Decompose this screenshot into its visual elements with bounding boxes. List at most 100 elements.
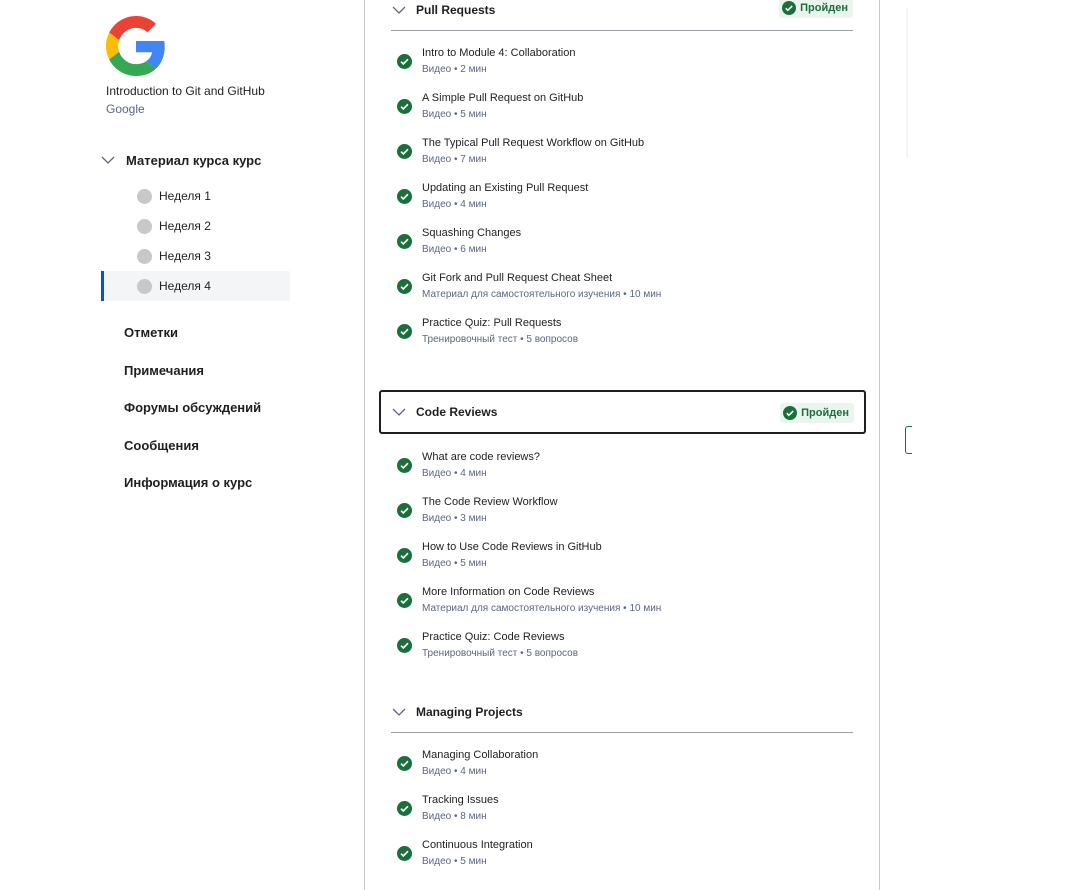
list-item[interactable]: Tracking Issues Видео • 8 мин bbox=[391, 787, 853, 832]
check-circle-icon bbox=[397, 144, 412, 159]
module-title: Managing Projects bbox=[416, 705, 523, 719]
list-item[interactable]: Intro to Module 4: Collaboration Видео • … bbox=[391, 40, 853, 85]
sidebar-item-course-info[interactable]: Информация о курс bbox=[124, 473, 261, 511]
check-circle-icon bbox=[397, 756, 412, 771]
week-label: Неделя 1 bbox=[159, 189, 211, 203]
check-circle-icon bbox=[397, 503, 412, 518]
item-title: How to Use Code Reviews in GitHub bbox=[422, 541, 602, 553]
check-circle-icon bbox=[397, 593, 412, 608]
course-material-toggle[interactable]: Материал курса курс bbox=[100, 148, 261, 172]
item-title: Managing Collaboration bbox=[422, 749, 539, 761]
list-item[interactable]: Updating an Existing Pull Request Видео •… bbox=[391, 175, 853, 220]
check-circle-icon bbox=[397, 54, 412, 69]
module-pull-requests: Pull Requests Пройден Intro to Module 4:… bbox=[391, 0, 853, 355]
item-title: Updating an Existing Pull Request bbox=[422, 182, 589, 194]
item-meta: Видео • 2 мин bbox=[422, 64, 487, 75]
progress-circle-icon bbox=[137, 278, 152, 294]
item-title: What are code reviews? bbox=[422, 451, 540, 463]
chevron-down-icon bbox=[392, 708, 406, 716]
item-meta: Видео • 4 мин bbox=[422, 766, 487, 777]
module-title: Pull Requests bbox=[416, 3, 496, 17]
sidebar-nav: Отметки Примечания Форумы обсуждений Соо… bbox=[124, 323, 261, 511]
progress-circle-icon bbox=[137, 248, 152, 264]
item-meta: Видео • 4 мин bbox=[422, 468, 487, 479]
sidebar-item-notes[interactable]: Примечания bbox=[124, 361, 261, 399]
list-item[interactable]: Squashing Changes Видео • 6 мин bbox=[391, 220, 853, 265]
item-meta: Материал для самостоятельного изучения •… bbox=[422, 289, 662, 300]
list-item[interactable]: Managing Collaboration Видео • 4 мин bbox=[391, 742, 853, 787]
status-label: Пройден bbox=[800, 2, 848, 14]
list-item[interactable]: More Information on Code Reviews Материал… bbox=[391, 579, 853, 624]
module-header[interactable]: Pull Requests Пройден bbox=[391, 0, 853, 31]
list-item[interactable]: How to Use Code Reviews in GitHub Видео •… bbox=[391, 534, 853, 579]
list-item[interactable]: A Simple Pull Request on GitHub Видео • 5… bbox=[391, 85, 853, 130]
week-label: Неделя 2 bbox=[159, 219, 211, 233]
list-item[interactable]: Git Fork and Pull Request Cheat Sheet Мат… bbox=[391, 265, 853, 310]
chevron-down-icon bbox=[101, 156, 115, 164]
list-item[interactable]: What are code reviews? Видео • 4 мин bbox=[391, 444, 853, 489]
sidebar-item-grades[interactable]: Отметки bbox=[124, 323, 261, 361]
check-circle-icon bbox=[783, 406, 798, 420]
check-circle-icon bbox=[397, 846, 412, 861]
check-circle-icon bbox=[397, 801, 412, 816]
sidebar-item-forums[interactable]: Форумы обсуждений bbox=[124, 398, 261, 436]
progress-circle-icon bbox=[137, 218, 152, 234]
list-item[interactable]: Practice Quiz: Pull Requests Тренировочны… bbox=[391, 310, 853, 355]
list-item[interactable]: Continuous Integration Видео • 5 мин bbox=[391, 832, 853, 877]
item-meta: Видео • 5 мин bbox=[422, 856, 487, 867]
list-item[interactable]: The Typical Pull Request Workflow on Git… bbox=[391, 130, 853, 175]
item-title: Git Fork and Pull Request Cheat Sheet bbox=[422, 272, 613, 284]
module-header[interactable]: Code Reviews Пройден bbox=[379, 390, 866, 434]
week-list: Неделя 1 Неделя 2 Неделя 3 Неделя 4 bbox=[101, 181, 290, 301]
course-org: Google bbox=[106, 102, 145, 116]
item-meta: Видео • 5 мин bbox=[422, 558, 487, 569]
sidebar-item-messages[interactable]: Сообщения bbox=[124, 436, 261, 474]
check-circle-icon bbox=[397, 234, 412, 249]
item-title: Practice Quiz: Pull Requests bbox=[422, 317, 562, 329]
module-list: Pull Requests Пройден Intro to Module 4:… bbox=[364, 0, 880, 890]
check-circle-icon bbox=[397, 638, 412, 653]
module-managing-projects: Managing Projects Managing Collaboration… bbox=[391, 692, 853, 877]
course-material-label: Материал курса курс bbox=[126, 152, 262, 168]
item-meta: Тренировочный тест • 5 вопросов bbox=[422, 648, 579, 659]
course-sidebar: Introduction to Git and GitHub Google Ма… bbox=[0, 0, 300, 875]
right-panel-button[interactable] bbox=[905, 426, 912, 454]
check-circle-icon bbox=[782, 1, 797, 15]
item-meta: Видео • 3 мин bbox=[422, 513, 487, 524]
check-circle-icon bbox=[397, 279, 412, 294]
progress-circle-icon bbox=[137, 188, 152, 204]
item-meta: Материал для самостоятельного изучения •… bbox=[422, 603, 662, 614]
module-code-reviews: Code Reviews Пройден What are code revie… bbox=[379, 390, 866, 669]
sidebar-item-week-2[interactable]: Неделя 2 bbox=[101, 211, 290, 241]
right-panel bbox=[904, 0, 1082, 875]
week-label: Неделя 4 bbox=[159, 279, 211, 293]
item-meta: Тренировочный тест • 5 вопросов bbox=[422, 334, 579, 345]
item-meta: Видео • 8 мин bbox=[422, 811, 487, 822]
list-item[interactable]: The Code Review Workflow Видео • 3 мин bbox=[391, 489, 853, 534]
module-title: Code Reviews bbox=[416, 405, 498, 419]
status-badge: Пройден bbox=[779, 0, 853, 18]
sidebar-item-week-4[interactable]: Неделя 4 bbox=[101, 271, 290, 301]
item-title: Squashing Changes bbox=[422, 227, 522, 239]
status-badge: Пройден bbox=[780, 403, 854, 423]
google-logo bbox=[106, 16, 165, 76]
check-circle-icon bbox=[397, 324, 412, 339]
chevron-down-icon bbox=[392, 408, 406, 416]
chevron-down-icon bbox=[392, 6, 406, 14]
item-title: The Typical Pull Request Workflow on Git… bbox=[422, 137, 645, 149]
status-label: Пройден bbox=[801, 407, 849, 419]
week-label: Неделя 3 bbox=[159, 249, 211, 263]
sidebar-item-week-1[interactable]: Неделя 1 bbox=[101, 181, 290, 211]
item-title: A Simple Pull Request on GitHub bbox=[422, 92, 584, 104]
item-title: The Code Review Workflow bbox=[422, 496, 558, 508]
sidebar-item-week-3[interactable]: Неделя 3 bbox=[101, 241, 290, 271]
check-circle-icon bbox=[397, 458, 412, 473]
list-item[interactable]: Practice Quiz: Code Reviews Тренировочный… bbox=[391, 624, 853, 669]
item-title: Tracking Issues bbox=[422, 794, 499, 806]
item-meta: Видео • 5 мин bbox=[422, 109, 487, 120]
item-meta: Видео • 6 мин bbox=[422, 244, 487, 255]
check-circle-icon bbox=[397, 548, 412, 563]
module-header[interactable]: Managing Projects bbox=[391, 692, 853, 733]
item-meta: Видео • 7 мин bbox=[422, 154, 487, 165]
course-title[interactable]: Introduction to Git and GitHub bbox=[106, 84, 265, 98]
